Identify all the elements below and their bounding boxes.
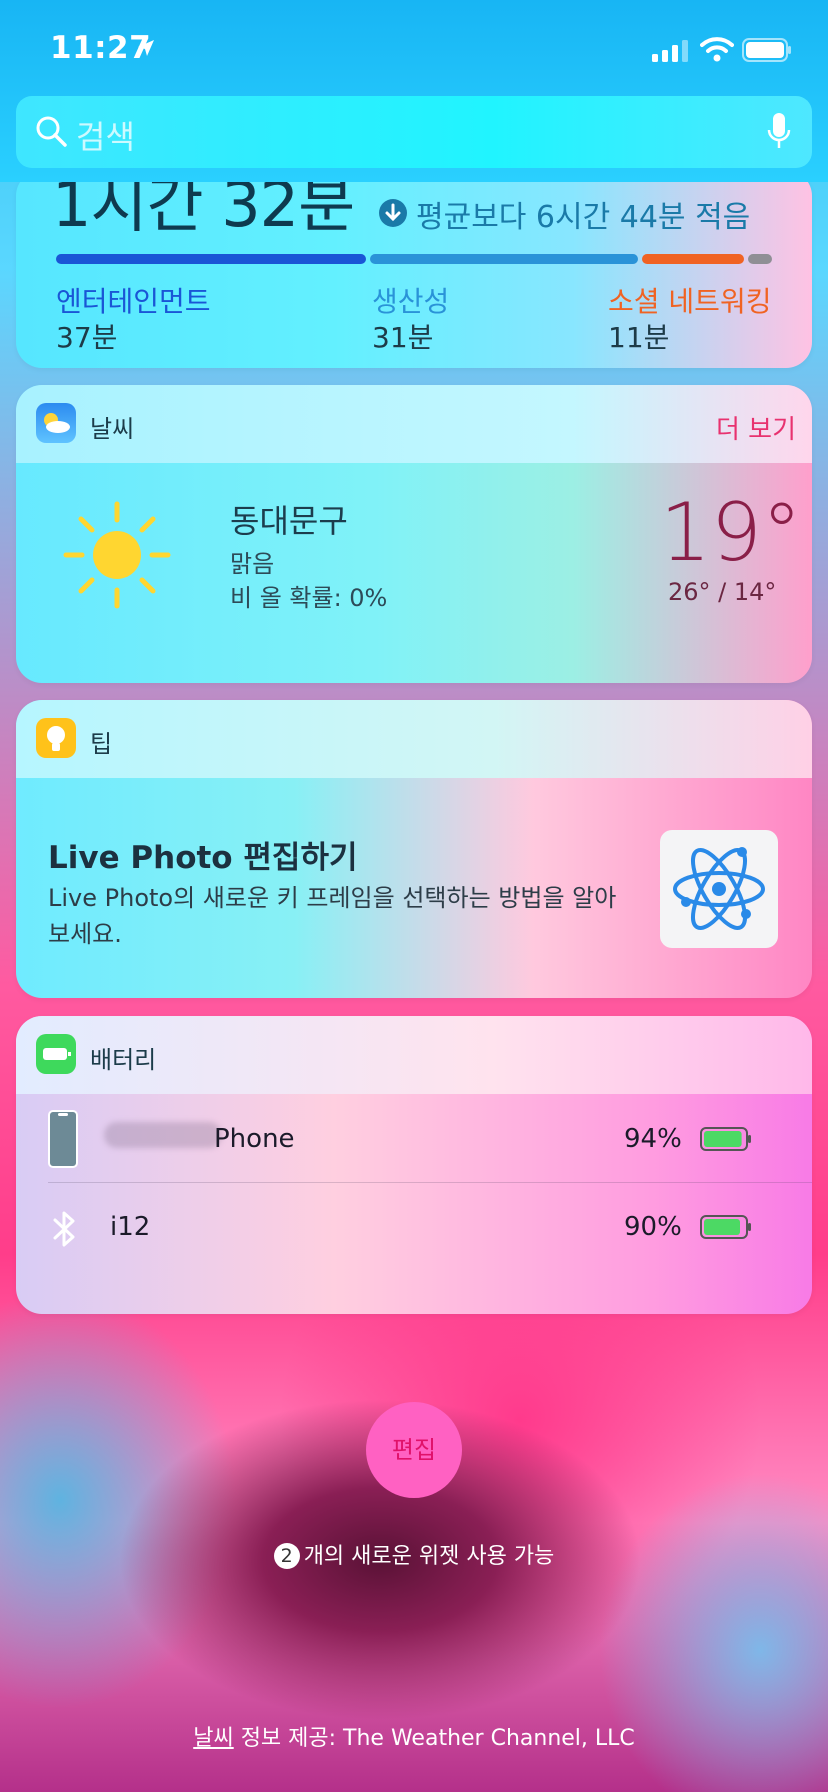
- phone-battery-percent: 94%: [624, 1124, 682, 1154]
- device-name-phone: Phone: [214, 1124, 295, 1154]
- device-name-blurred: [104, 1122, 222, 1148]
- bluetooth-icon: [53, 1211, 75, 1247]
- search-icon: [36, 116, 67, 147]
- tips-title: 팁: [90, 730, 113, 758]
- screen-time-compare: 평균보다 6시간 44분 적음: [416, 200, 751, 235]
- phone-battery-icon: [700, 1127, 751, 1151]
- category-value-entertainment: 37분: [56, 321, 118, 354]
- search-bar[interactable]: 검색: [16, 96, 812, 168]
- tips-app-icon: [36, 718, 76, 758]
- arrow-down-circle-icon: [379, 199, 407, 227]
- battery-status-icon: [742, 38, 791, 62]
- tips-header: 팁: [16, 700, 812, 778]
- tip-headline: Live Photo 편집하기: [48, 840, 358, 876]
- weather-app-icon: [36, 403, 76, 443]
- weather-title: 날씨: [90, 415, 135, 443]
- weather-credit-text: 정보 제공: The Weather Channel, LLC: [233, 1726, 635, 1751]
- weather-city: 동대문구: [230, 502, 348, 540]
- screen-time-widget[interactable]: 1시간 32분 평균보다 6시간 44분 적음 엔터테인먼트 37분 생산성 3…: [16, 170, 812, 368]
- weather-temperature: 19°: [660, 486, 802, 579]
- weather-credit-link[interactable]: 날씨: [193, 1726, 233, 1751]
- weather-rain-chance: 비 올 확률: 0%: [230, 584, 388, 612]
- sun-icon: [63, 501, 171, 609]
- show-more-link[interactable]: 더 보기: [716, 409, 796, 446]
- atom-icon: [660, 830, 778, 948]
- battery-row-divider: [48, 1182, 812, 1183]
- category-label-social: 소셜 네트워킹: [608, 285, 772, 318]
- category-value-productivity: 31분: [372, 321, 434, 354]
- wifi-icon: [700, 37, 734, 62]
- other-bar: [748, 254, 772, 264]
- i12-battery-icon: [700, 1215, 751, 1239]
- iphone-icon: [48, 1110, 78, 1168]
- i12-battery-percent: 90%: [624, 1212, 682, 1242]
- battery-title: 배터리: [90, 1046, 157, 1074]
- device-name-i12: i12: [110, 1212, 151, 1242]
- category-label-entertainment: 엔터테인먼트: [56, 285, 211, 318]
- edit-button[interactable]: 편집: [366, 1402, 462, 1498]
- weather-condition: 맑음: [230, 550, 275, 578]
- category-label-productivity: 생산성: [372, 285, 450, 318]
- weather-header: 날씨 더 보기: [16, 385, 812, 463]
- entertainment-bar: [56, 254, 366, 264]
- social-bar: [642, 254, 744, 264]
- tip-body: Live Photo의 새로운 키 프레임을 선택하는 방법을 알아보세요.: [48, 884, 617, 948]
- category-value-social: 11분: [608, 321, 670, 354]
- microphone-icon[interactable]: [766, 112, 792, 152]
- battery-widget[interactable]: 배터리: [16, 1016, 812, 1314]
- battery-header: 배터리: [16, 1016, 812, 1094]
- new-widgets-text: 개의 새로운 위젯 사용 가능: [303, 1544, 555, 1569]
- battery-app-icon: [36, 1034, 76, 1074]
- weather-high-low: 26° / 14°: [668, 578, 777, 606]
- productivity-bar: [370, 254, 638, 264]
- cellular-signal-icon: [652, 40, 688, 62]
- new-widgets-count-badge: 2: [273, 1543, 300, 1569]
- weather-credit: 날씨 정보 제공: The Weather Channel, LLC: [0, 1720, 828, 1752]
- status-bar: 11:27: [0, 0, 828, 90]
- new-widgets-notice[interactable]: 2 개의 새로운 위젯 사용 가능: [0, 1538, 828, 1570]
- search-placeholder[interactable]: 검색: [76, 112, 135, 158]
- location-arrow-icon: [138, 40, 154, 56]
